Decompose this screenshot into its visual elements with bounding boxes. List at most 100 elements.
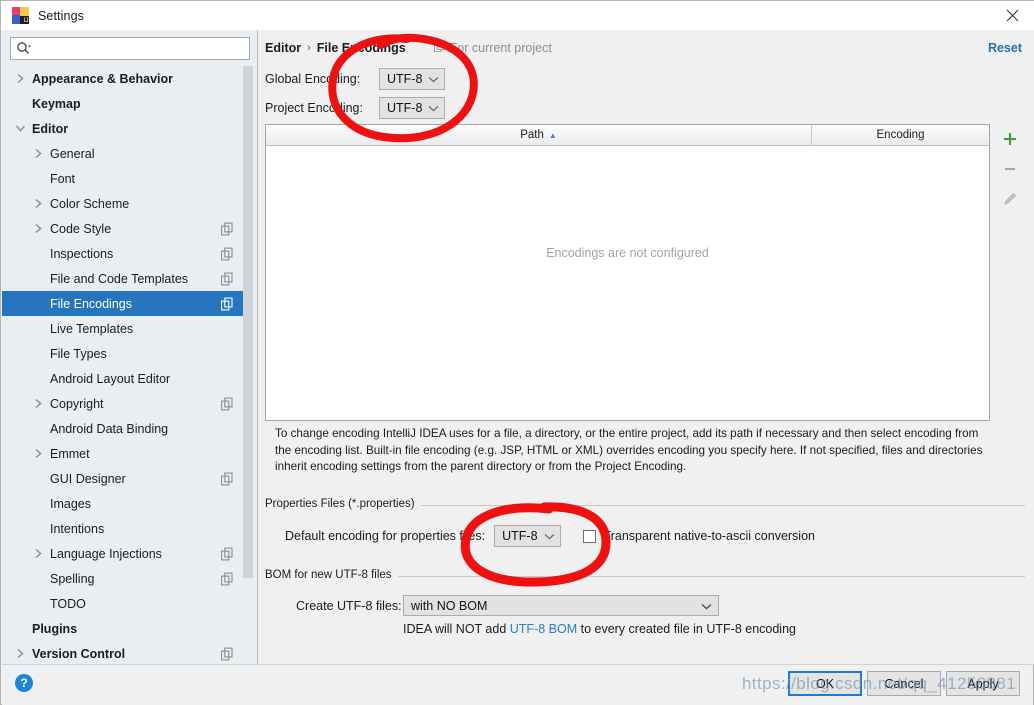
sidebar-item-version-control[interactable]: Version Control	[2, 641, 244, 664]
sidebar-item-keymap[interactable]: Keymap	[2, 91, 244, 116]
sidebar-item-font[interactable]: Font	[2, 166, 244, 191]
transparent-native-to-ascii-checkbox[interactable]	[582, 529, 596, 543]
sidebar-item-plugins[interactable]: Plugins	[2, 616, 244, 641]
chevron-right-icon[interactable]	[12, 71, 28, 87]
breadcrumb-parent[interactable]: Editor	[265, 41, 301, 55]
project-encoding-row: Project Encoding: UTF-8	[265, 97, 446, 119]
chevron-down-icon	[701, 599, 712, 613]
sidebar-item-copyright[interactable]: Copyright	[2, 391, 244, 416]
copy-icon	[221, 247, 234, 260]
sidebar-item-label: Inspections	[50, 246, 114, 261]
global-encoding-dropdown[interactable]: UTF-8	[379, 68, 446, 90]
sidebar-item-label: Live Templates	[50, 321, 134, 336]
sidebar-item-color-scheme[interactable]: Color Scheme	[2, 191, 244, 216]
column-header-path-label: Path	[520, 129, 544, 141]
column-header-encoding-label: Encoding	[876, 129, 925, 141]
table-toolbar	[994, 124, 1026, 421]
chevron-down-icon[interactable]	[12, 121, 28, 137]
chevron-right-icon[interactable]	[30, 221, 46, 237]
chevron-right-icon[interactable]	[30, 196, 46, 212]
sort-ascending-icon: ▲	[548, 130, 557, 140]
properties-default-encoding-row: Default encoding for properties files: U…	[285, 525, 815, 547]
chevron-right-icon[interactable]	[12, 646, 28, 662]
edit-button[interactable]	[994, 184, 1026, 214]
sidebar-item-label: File Encodings	[50, 296, 132, 311]
utf8-bom-link[interactable]: UTF-8 BOM	[510, 622, 577, 636]
sidebar-item-editor[interactable]: Editor	[2, 116, 244, 141]
sidebar-item-code-style[interactable]: Code Style	[2, 216, 244, 241]
sidebar-item-gui-designer[interactable]: GUI Designer	[2, 466, 244, 491]
global-encoding-value: UTF-8	[387, 72, 423, 86]
breadcrumb-separator: ›	[307, 42, 311, 54]
sidebar-item-label: Images	[50, 496, 91, 511]
search-input[interactable]	[34, 38, 238, 59]
sidebar-item-inspections[interactable]: Inspections	[2, 241, 244, 266]
sidebar-scrollbar-thumb[interactable]	[243, 66, 253, 578]
copy-icon	[221, 472, 234, 485]
settings-tree[interactable]: Appearance & Behavior Keymap Editor General…	[2, 66, 244, 664]
global-encoding-row: Global Encoding: UTF-8	[265, 68, 446, 90]
sidebar-item-label: Editor	[32, 121, 69, 136]
properties-default-encoding-value: UTF-8	[502, 529, 538, 543]
sidebar-item-label: Color Scheme	[50, 196, 130, 211]
sidebar-item-file-and-code-templates[interactable]: File and Code Templates	[2, 266, 244, 291]
bom-note-prefix: IDEA will NOT add	[403, 622, 510, 636]
global-encoding-label: Global Encoding:	[265, 72, 361, 86]
encodings-table[interactable]: Path ▲ Encoding Encodings are not config…	[265, 124, 990, 421]
reset-link[interactable]: Reset	[988, 41, 1022, 55]
create-utf8-files-dropdown[interactable]: with NO BOM	[403, 595, 719, 616]
sidebar-item-spelling[interactable]: Spelling	[2, 566, 244, 591]
sidebar-item-emmet[interactable]: Emmet	[2, 441, 244, 466]
sidebar-item-file-types[interactable]: File Types	[2, 341, 244, 366]
sidebar-item-general[interactable]: General	[2, 141, 244, 166]
column-header-encoding[interactable]: Encoding	[812, 125, 989, 145]
remove-button[interactable]	[994, 154, 1026, 184]
sidebar-item-android-data-binding[interactable]: Android Data Binding	[2, 416, 244, 441]
sidebar-item-file-encodings[interactable]: File Encodings	[2, 291, 244, 316]
sidebar-item-language-injections[interactable]: Language Injections	[2, 541, 244, 566]
chevron-down-icon	[544, 529, 555, 543]
properties-group-title: Properties Files (*.properties)	[265, 498, 421, 510]
chevron-right-icon[interactable]	[30, 446, 46, 462]
sidebar-item-label: File and Code Templates	[50, 271, 189, 286]
settings-dialog: IJ Settings Appearance & Behavior Keymap E…	[0, 0, 1034, 705]
sidebar-item-android-layout-editor[interactable]: Android Layout Editor	[2, 366, 244, 391]
table-empty-message: Encodings are not configured	[546, 246, 709, 260]
chevron-down-icon	[428, 72, 439, 86]
chevron-right-icon[interactable]	[30, 396, 46, 412]
bom-group-title: BOM for new UTF-8 files	[265, 569, 398, 581]
breadcrumb-current: File Encodings	[316, 41, 406, 55]
copy-icon	[221, 572, 234, 585]
add-button[interactable]	[994, 124, 1026, 154]
bom-note: IDEA will NOT add UTF-8 BOM to every cre…	[403, 622, 796, 636]
sidebar-item-todo[interactable]: TODO	[2, 591, 244, 616]
sidebar-item-appearance-behavior[interactable]: Appearance & Behavior	[2, 66, 244, 91]
sidebar-item-images[interactable]: Images	[2, 491, 244, 516]
chevron-right-icon[interactable]	[30, 546, 46, 562]
table-header-row: Path ▲ Encoding	[266, 125, 989, 146]
sidebar-item-live-templates[interactable]: Live Templates	[2, 316, 244, 341]
chevron-right-icon[interactable]	[30, 146, 46, 162]
create-utf8-files-value: with NO BOM	[411, 598, 488, 613]
help-button[interactable]: ?	[15, 674, 33, 692]
encodings-description: To change encoding IntelliJ IDEA uses fo…	[275, 427, 983, 473]
sidebar-item-intentions[interactable]: Intentions	[2, 516, 244, 541]
sidebar-item-label: TODO	[50, 596, 86, 611]
project-encoding-dropdown[interactable]: UTF-8	[379, 97, 446, 119]
sidebar-item-label: Appearance & Behavior	[32, 71, 174, 86]
scope-note-label: For current project	[449, 41, 552, 55]
copy-icon	[221, 222, 234, 235]
bom-note-suffix: to every created file in UTF-8 encoding	[577, 622, 796, 636]
properties-default-encoding-dropdown[interactable]: UTF-8	[494, 525, 561, 547]
close-icon[interactable]	[990, 1, 1034, 30]
column-header-path[interactable]: Path ▲	[266, 125, 812, 145]
sidebar-item-label: Android Layout Editor	[50, 371, 171, 386]
search-box[interactable]	[10, 37, 250, 60]
